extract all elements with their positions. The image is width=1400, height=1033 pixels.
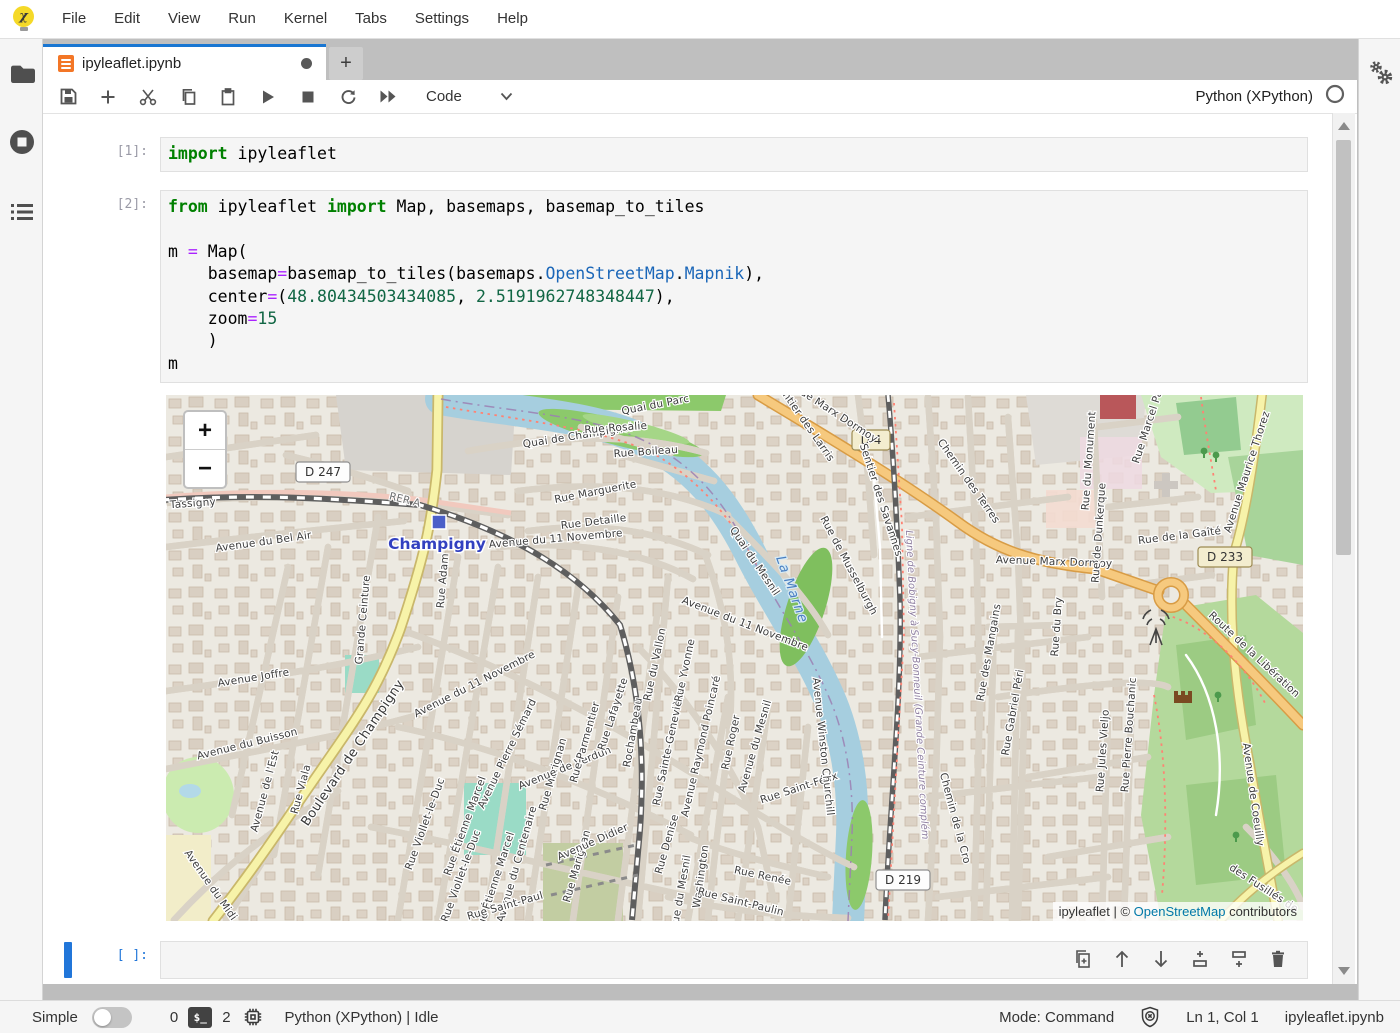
jupyterlab-app: χ FileEditViewRunKernelTabsSettingsHelp xyxy=(0,0,1400,1032)
menu-item-kernel[interactable]: Kernel xyxy=(270,0,341,38)
attribution-prefix: ipyleaflet | © xyxy=(1059,904,1134,919)
notebook-panel: [1]: import ipyleaflet [2]: from ipyleaf… xyxy=(43,113,1357,984)
menu-item-settings[interactable]: Settings xyxy=(401,0,483,38)
insert-cell-above-icon[interactable] xyxy=(1189,948,1211,970)
cell-input-prompt: [ ]: xyxy=(76,948,148,963)
cell-type-select[interactable]: Code xyxy=(426,88,462,105)
kernel-chip-icon[interactable] xyxy=(243,1007,263,1027)
menu-item-edit[interactable]: Edit xyxy=(100,0,154,38)
road-badge: D 233 xyxy=(1198,547,1252,567)
restart-kernel-button[interactable] xyxy=(335,84,361,110)
openstreetmap-link[interactable]: OpenStreetMap xyxy=(1134,904,1226,919)
simple-mode-label: Simple xyxy=(32,1009,78,1026)
status-bar: Simple 0 $_ 2 Python (XPython) | Idle Mo… xyxy=(0,1000,1400,1033)
menu-item-tabs[interactable]: Tabs xyxy=(341,0,401,38)
cursor-position[interactable]: Ln 1, Col 1 xyxy=(1186,1009,1259,1026)
paste-cells-button[interactable] xyxy=(215,84,241,110)
insert-cell-below-icon[interactable] xyxy=(1228,948,1250,970)
tab-title: ipyleaflet.ipynb xyxy=(82,55,301,72)
openstreetmap-tiles[interactable]: D 247D 4D 233D 219 ChampignyLa MarneRER … xyxy=(166,395,1303,921)
left-sidebar xyxy=(0,38,43,1000)
terminal-icon[interactable]: $_ xyxy=(188,1007,212,1028)
scrollbar-thumb[interactable] xyxy=(1336,140,1351,555)
notebook-file-icon xyxy=(58,55,74,72)
map-output[interactable]: D 247D 4D 233D 219 ChampignyLa MarneRER … xyxy=(166,395,1303,921)
table-of-contents-icon[interactable] xyxy=(8,198,36,226)
menu-item-view[interactable]: View xyxy=(154,0,214,38)
code-cell-3-editor[interactable] xyxy=(160,941,1308,979)
cell-type-chevron-down-icon[interactable] xyxy=(500,88,513,106)
svg-text:D 247: D 247 xyxy=(305,465,341,479)
save-button[interactable] xyxy=(55,84,81,110)
move-cell-up-icon[interactable] xyxy=(1111,948,1133,970)
app-logo-icon[interactable]: χ xyxy=(12,6,36,32)
insert-cell-button[interactable] xyxy=(95,84,121,110)
cell-input-prompt: [2]: xyxy=(76,197,148,212)
panel-bottom-border xyxy=(43,984,1357,1000)
stop-kernel-button[interactable] xyxy=(295,84,321,110)
notebook-tab[interactable]: ipyleaflet.ipynb xyxy=(43,44,326,80)
road-badge: D 219 xyxy=(876,870,930,890)
terminal-count: 0 xyxy=(170,1009,178,1026)
train-station-icon xyxy=(432,515,446,529)
map-attribution: ipyleaflet | © OpenStreetMap contributor… xyxy=(1053,902,1303,921)
attribution-suffix: contributors xyxy=(1225,904,1297,919)
zoom-out-button[interactable]: − xyxy=(185,450,225,487)
menu-items: FileEditViewRunKernelTabsSettingsHelp xyxy=(48,0,542,38)
menu-item-help[interactable]: Help xyxy=(483,0,542,38)
menu-item-run[interactable]: Run xyxy=(214,0,270,38)
status-file-name: ipyleaflet.ipynb xyxy=(1285,1009,1384,1026)
scroll-up-arrow-icon[interactable] xyxy=(1338,122,1350,130)
move-cell-down-icon[interactable] xyxy=(1150,948,1172,970)
run-cell-button[interactable] xyxy=(255,84,281,110)
cell-input-prompt: [1]: xyxy=(76,144,148,159)
notebook-toolbar: Code Python (XPython) xyxy=(43,80,1357,114)
new-tab-button[interactable]: + xyxy=(329,47,363,80)
kernel-status-text[interactable]: Python (XPython) | Idle xyxy=(285,1009,439,1026)
menu-item-file[interactable]: File xyxy=(48,0,100,38)
cut-cells-button[interactable] xyxy=(135,84,161,110)
unsaved-changes-dot-icon[interactable] xyxy=(301,58,312,69)
menu-bar: χ FileEditViewRunKernelTabsSettingsHelp xyxy=(0,0,1400,39)
kernel-count: 2 xyxy=(222,1009,230,1026)
map-zoom-control: + − xyxy=(183,410,227,489)
file-browser-icon[interactable] xyxy=(8,60,36,88)
svg-text:D 219: D 219 xyxy=(885,873,921,887)
svg-text:D 233: D 233 xyxy=(1207,550,1243,564)
restart-run-all-button[interactable] xyxy=(375,84,401,110)
scroll-down-arrow-icon[interactable] xyxy=(1338,967,1350,975)
map-label: Champigny xyxy=(388,535,486,553)
code-text: from ipyleaflet import Map, basemaps, ba… xyxy=(161,191,1307,375)
trust-shield-icon[interactable] xyxy=(1140,1006,1160,1028)
status-bar-right: Mode: Command Ln 1, Col 1 ipyleaflet.ipy… xyxy=(999,1006,1384,1028)
right-sidebar xyxy=(1358,38,1400,1000)
simple-mode-toggle[interactable] xyxy=(92,1007,132,1028)
code-cell-1-editor[interactable]: import ipyleaflet xyxy=(160,137,1308,172)
code-text: import ipyleaflet xyxy=(161,138,1307,165)
road-badge: D 247 xyxy=(296,462,350,482)
zoom-in-button[interactable]: + xyxy=(185,412,225,450)
command-mode-indicator[interactable]: Mode: Command xyxy=(999,1009,1114,1026)
kernel-name-button[interactable]: Python (XPython) xyxy=(1195,88,1313,105)
copy-cells-button[interactable] xyxy=(175,84,201,110)
delete-cell-icon[interactable] xyxy=(1267,948,1289,970)
status-bar-left: Simple 0 $_ 2 Python (XPython) | Idle xyxy=(32,1007,439,1028)
kernel-status-icon[interactable] xyxy=(1325,84,1345,109)
property-inspector-gears-icon[interactable] xyxy=(1366,58,1394,86)
castle-icon xyxy=(1174,691,1192,703)
vertical-scrollbar[interactable] xyxy=(1332,113,1355,984)
duplicate-cell-icon[interactable] xyxy=(1072,948,1094,970)
active-cell-indicator[interactable] xyxy=(64,942,72,978)
cell-toolbar xyxy=(1072,948,1289,970)
running-sessions-icon[interactable] xyxy=(8,128,36,156)
code-cell-2-editor[interactable]: from ipyleaflet import Map, basemaps, ba… xyxy=(160,190,1308,383)
